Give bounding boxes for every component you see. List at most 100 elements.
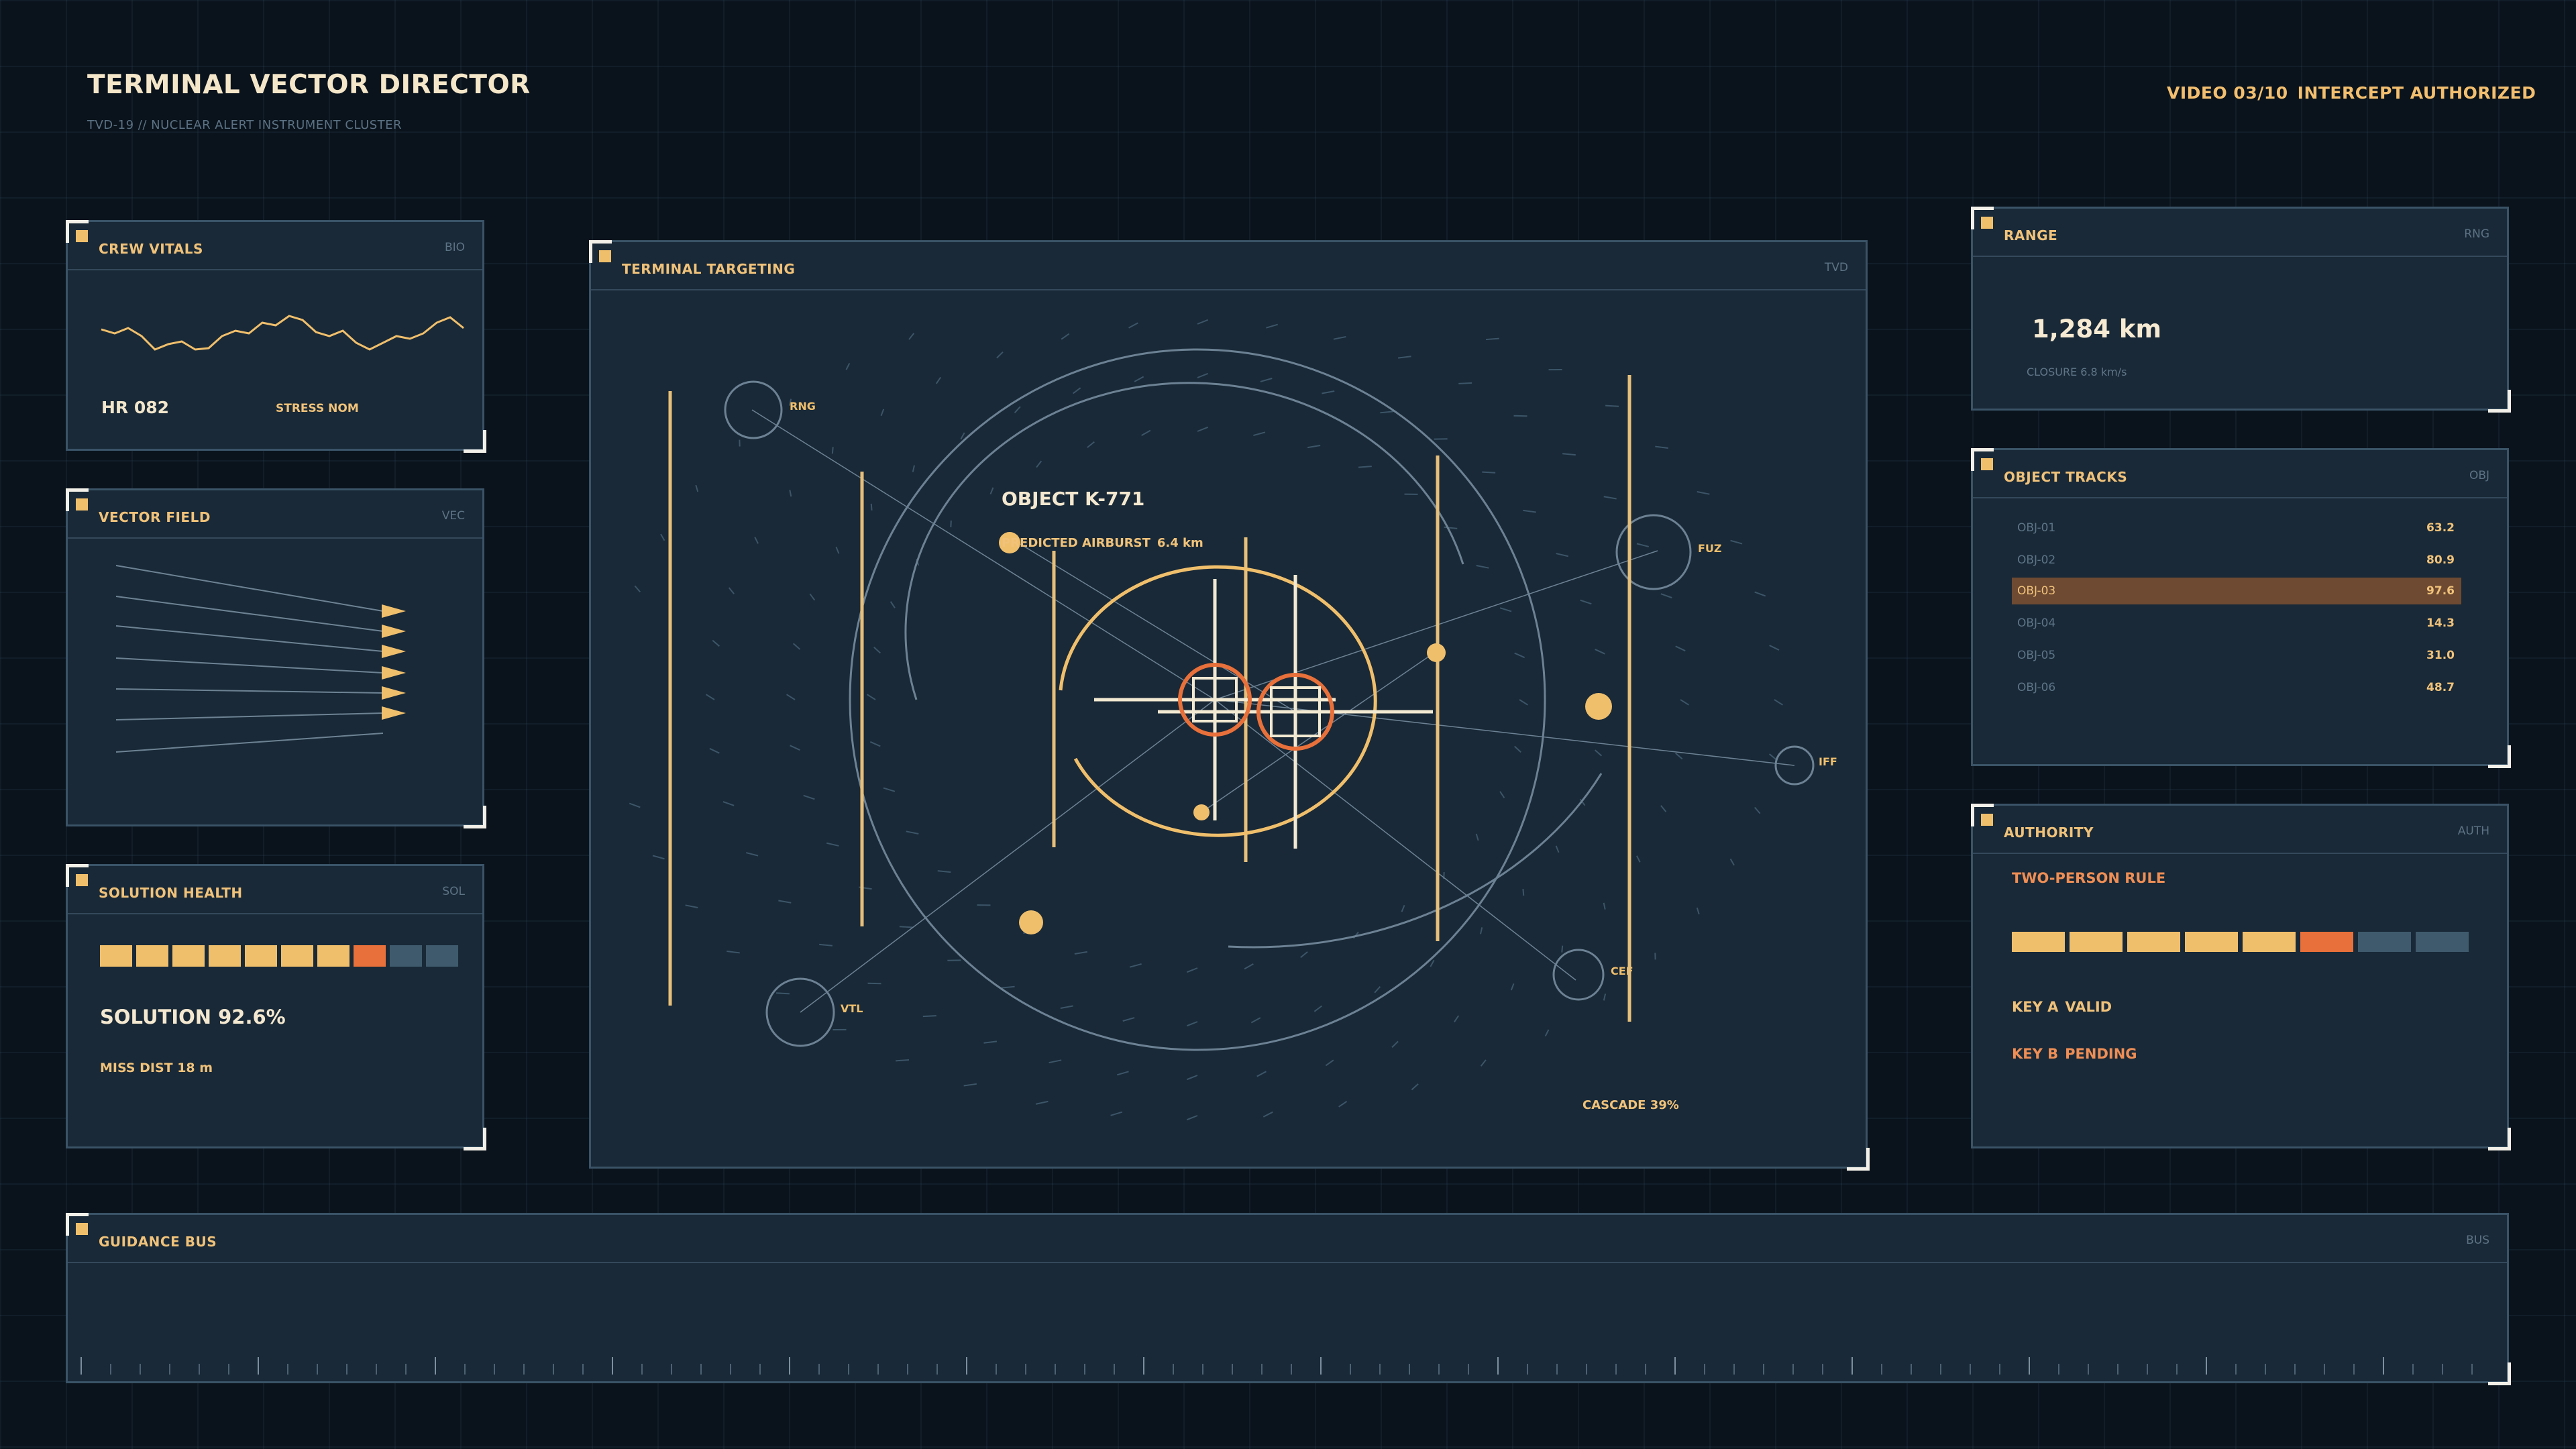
radial-tick	[1523, 509, 1536, 513]
node-label-vtl: VTL	[841, 1002, 863, 1015]
radial-tick	[1186, 1021, 1198, 1027]
segment-on	[2012, 932, 2065, 952]
radial-tick	[660, 533, 665, 541]
radial-tick	[1197, 426, 1209, 432]
target-boxes	[1192, 677, 1321, 737]
crosshair-reticle	[1094, 575, 1433, 849]
radial-tick	[869, 741, 881, 747]
panel-tag: OBJ	[2469, 469, 2489, 482]
radial-tick	[996, 351, 1004, 359]
track-id: OBJ-06	[2017, 681, 2056, 694]
radial-tick	[1141, 429, 1151, 436]
key-a-value: VALID	[2065, 999, 2112, 1015]
segment-on	[2185, 932, 2238, 952]
panel-header: OBJECT TRACKS OBJ	[1973, 450, 2507, 498]
node-label-rng: RNG	[790, 400, 816, 413]
heart-rate-readout: HR 082	[101, 398, 170, 417]
radial-tick	[1514, 745, 1521, 753]
heart-rate-waveform	[101, 315, 464, 351]
radial-tick	[1480, 927, 1483, 934]
radial-tick	[1322, 390, 1335, 394]
panel-corner-bracket	[464, 430, 486, 453]
panel-header: CREW VITALS BIO	[68, 222, 482, 270]
track-id: OBJ-05	[2017, 649, 2056, 662]
radial-tick	[963, 1083, 977, 1087]
track-row[interactable]: OBJ-05 31.0	[2012, 642, 2461, 669]
radial-tick	[754, 537, 759, 544]
radial-tick	[1680, 699, 1689, 706]
object-label: OBJECT K-771	[1002, 488, 1144, 510]
object-tracks-panel[interactable]: OBJECT TRACKS OBJ OBJ-01 63.2 OBJ-02 80.…	[1971, 448, 2511, 768]
radial-tick	[1510, 983, 1515, 991]
range-panel[interactable]: RANGE RNG 1,284 km CLOSURE 6.8 km/s	[1971, 207, 2511, 413]
panel-tag: SOL	[442, 885, 465, 898]
radial-tick	[1391, 1040, 1399, 1049]
radial-tick	[960, 432, 965, 440]
radial-tick	[935, 376, 942, 384]
radial-tick	[899, 926, 913, 928]
node-label-iff: IFF	[1819, 755, 1837, 768]
authority-panel[interactable]: AUTHORITY AUTH TWO-PERSON RULE KEY A VALI…	[1971, 804, 2511, 1150]
segment-on	[136, 945, 168, 967]
radial-tick	[1603, 902, 1606, 910]
segment-alert	[354, 945, 386, 967]
radial-tick	[1696, 907, 1700, 915]
guidance-bus-panel[interactable]: GUIDANCE BUS BUS	[66, 1213, 2511, 1385]
radial-tick	[709, 747, 720, 754]
panel-header: SOLUTION HEALTH SOL	[68, 866, 482, 914]
radial-tick	[695, 484, 699, 492]
track-row-selected[interactable]: OBJ-03 97.6	[2012, 578, 2461, 604]
radial-tick	[1754, 591, 1766, 597]
radial-tick	[845, 362, 851, 370]
track-value: 80.9	[2426, 553, 2455, 567]
radial-tick	[1129, 963, 1142, 968]
panel-title: OBJECT TRACKS	[2004, 469, 2128, 485]
radial-tick	[835, 546, 840, 554]
radial-tick	[1580, 599, 1592, 605]
segment-off	[2358, 932, 2411, 952]
panel-tag: RNG	[2464, 227, 2489, 241]
vector-field-panel[interactable]: VECTOR FIELD VEC	[66, 488, 486, 828]
segment-on	[2127, 932, 2180, 952]
segment-alert	[2300, 932, 2353, 952]
radial-tick	[728, 587, 735, 594]
radial-tick	[1186, 1115, 1198, 1121]
radial-tick	[1036, 460, 1042, 468]
radial-tick	[937, 870, 951, 873]
radial-tick	[906, 830, 919, 835]
track-row[interactable]: OBJ-01 63.2	[2012, 515, 2461, 541]
panel-tag: VEC	[441, 509, 465, 523]
video-counter: VIDEO 03/10	[2167, 83, 2288, 103]
solution-health-panel[interactable]: SOLUTION HEALTH SOL SOLUTION 92.6% MISS …	[66, 864, 486, 1150]
radial-tick	[778, 900, 792, 904]
track-row[interactable]: OBJ-02 80.9	[2012, 547, 2461, 574]
targeting-scope[interactable]: RNG FUZ IFF VTL CEF OBJECT K-771 PREDICT…	[591, 242, 1866, 1167]
segment-on	[2243, 932, 2296, 952]
radial-tick	[870, 503, 873, 511]
radial-tick	[1338, 1101, 1348, 1108]
track-markers	[999, 532, 1612, 934]
track-row[interactable]: OBJ-06 48.7	[2012, 674, 2461, 701]
guidance-bus-timeline	[80, 1357, 2473, 1375]
terminal-targeting-panel[interactable]: TERMINAL TARGETING TVD RNG FUZ IFF VTL C…	[589, 240, 1870, 1171]
segment-on	[100, 945, 132, 967]
radial-tick	[1253, 431, 1266, 437]
radial-tick	[1519, 699, 1528, 706]
radial-tick	[1307, 444, 1321, 449]
panel-header: AUTHORITY AUTH	[1973, 806, 2507, 854]
track-value: 63.2	[2426, 521, 2455, 535]
radial-tick	[1499, 791, 1505, 798]
radial-tick	[1256, 1071, 1267, 1077]
radial-tick	[1116, 1071, 1129, 1076]
track-id: OBJ-03	[2017, 584, 2056, 598]
panel-corner-bracket	[2488, 745, 2511, 768]
app-subtitle: TVD-19 // NUCLEAR ALERT INSTRUMENT CLUST…	[87, 118, 402, 132]
radial-tick	[1001, 985, 1015, 989]
radial-tick	[790, 745, 800, 751]
radial-tick	[1260, 378, 1273, 382]
track-row[interactable]: OBJ-04 14.3	[2012, 610, 2461, 637]
radial-tick	[1514, 652, 1525, 659]
radial-tick	[1675, 752, 1683, 760]
crew-vitals-panel[interactable]: CREW VITALS BIO HR 082 STRESS NOM	[66, 220, 486, 453]
closure-readout: CLOSURE 6.8 km/s	[2027, 366, 2127, 378]
